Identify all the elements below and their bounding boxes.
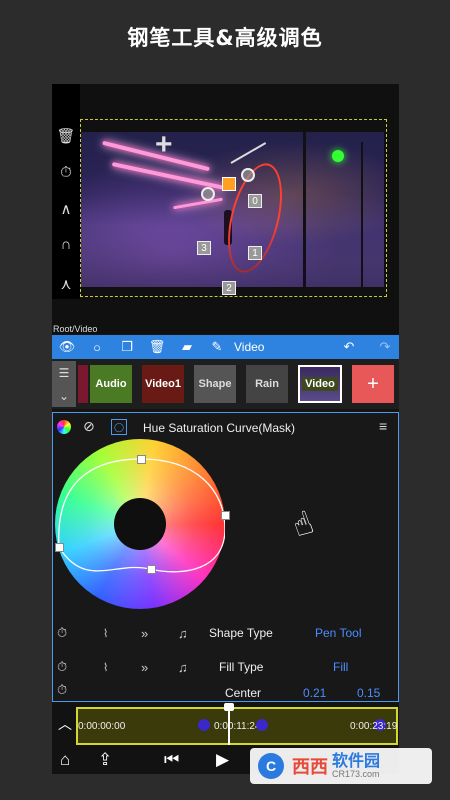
panel-title: Hue Saturation Curve(Mask) xyxy=(143,421,296,435)
playhead-grip[interactable] xyxy=(224,703,234,711)
graph-icon[interactable]: ⌇ xyxy=(103,627,108,640)
property-value[interactable]: Fill xyxy=(333,660,348,674)
breadcrumb: Root/Video xyxy=(53,324,98,334)
playhead[interactable] xyxy=(228,705,230,745)
chevron-up-icon[interactable]: ︿ xyxy=(58,714,72,734)
home-icon[interactable]: ⌂ xyxy=(60,750,70,770)
timeline-start: 0:00:00:00 xyxy=(78,721,126,732)
pencil-icon[interactable]: ✎ xyxy=(202,335,232,359)
property-name: Shape Type xyxy=(209,626,273,640)
hamburger-icon[interactable]: ≡ xyxy=(379,418,387,434)
redo-icon[interactable]: ↷ xyxy=(370,335,399,359)
layer-toolbar: 👁 ○ ❐ 🗑 ▰ ✎ Video ↶ ↷ xyxy=(52,335,399,359)
mask-point-2[interactable]: 2 xyxy=(222,281,236,295)
property-value[interactable]: Pen Tool xyxy=(315,626,361,640)
mask-point-selected[interactable] xyxy=(222,177,236,191)
stopwatch-icon[interactable]: ⏱ xyxy=(57,659,67,675)
property-value-y[interactable]: 0.15 xyxy=(357,686,380,700)
property-row-fill-type[interactable]: ⏱ ⌇ » ♫ Fill Type Fill xyxy=(53,650,398,684)
keyframe-marker[interactable] xyxy=(198,719,210,731)
stopwatch-icon[interactable]: ⏱ xyxy=(57,684,67,698)
property-name: Center xyxy=(225,686,262,700)
bezier-control-left[interactable] xyxy=(201,187,215,201)
delete-icon[interactable]: 🗑 xyxy=(142,335,172,359)
promo-title: 钢笔工具&高级调色 xyxy=(127,26,323,50)
canvas-tool-rail: 🗑 ⏱ ∧ ∩ ⋏ xyxy=(52,84,80,299)
effect-panel-header: ⊘ ◯ Hue Saturation Curve(Mask) ≡ xyxy=(53,413,398,441)
music-note-icon[interactable]: ♫ xyxy=(178,660,188,675)
timeline: ︿ 0:00:00:00 0:00:11:24 0:00:23:19 xyxy=(52,703,399,746)
play-icon[interactable]: ▶ xyxy=(216,750,229,770)
layer-chip-audio[interactable]: Audio xyxy=(90,365,132,403)
mask-point-1[interactable]: 1 xyxy=(248,246,262,260)
watermark-url: CR173.com xyxy=(332,768,380,779)
property-row-shape-type[interactable]: ⏱ ⌇ » ♫ Shape Type Pen Tool xyxy=(53,616,398,650)
selected-layer-label: Video xyxy=(234,340,265,354)
timeline-current: 0:00:11:24 xyxy=(214,721,261,732)
keyframe-marker[interactable] xyxy=(256,719,268,731)
watermark: C 西西 软件园 CR173.com xyxy=(250,748,432,784)
undo-icon[interactable]: ↶ xyxy=(334,335,364,359)
timeline-clip[interactable]: 0:00:00:00 0:00:11:24 0:00:23:19 xyxy=(76,703,398,745)
eye-icon[interactable]: 👁 xyxy=(52,335,82,359)
stopwatch-icon[interactable]: ⏱ xyxy=(57,625,67,641)
curve-point-bottom[interactable] xyxy=(147,565,156,574)
circle-icon[interactable]: ○ xyxy=(82,335,112,359)
layer-chip-shape[interactable]: Shape xyxy=(194,365,236,403)
curve-point-top[interactable] xyxy=(137,455,146,464)
mask-icon[interactable]: ◯ xyxy=(111,419,127,435)
layer-strip: ☰ ⌄ Audio Video1 Shape Rain Video + xyxy=(52,359,399,409)
watermark-brand: 西西 xyxy=(292,757,328,778)
effect-panel: ⊘ ◯ Hue Saturation Curve(Mask) ≡ ☝ ⏱ ⌇ »… xyxy=(52,412,399,702)
graph-icon[interactable]: ⌇ xyxy=(103,661,108,674)
layer-chip-video[interactable]: Video xyxy=(298,365,342,403)
bezier-control-right[interactable] xyxy=(241,168,255,182)
hand-pointer-icon: ☝ xyxy=(287,503,319,545)
watermark-text: 软件园 xyxy=(332,750,381,770)
wet-street-overlay xyxy=(81,132,384,287)
preview-canvas: 🗑 ⏱ ∧ ∩ ⋏ + 0 1 2 3 Root/Video xyxy=(52,84,399,334)
timer-icon[interactable]: ⏱ xyxy=(56,162,76,182)
property-row-center[interactable]: ⏱ Center 0.21 0.15 xyxy=(53,684,398,702)
layer-chip-video-label: Video xyxy=(302,377,338,391)
hue-wheel[interactable] xyxy=(55,439,230,609)
property-name: Fill Type xyxy=(219,660,264,674)
hue-curve xyxy=(58,458,225,573)
mask-point-3[interactable]: 3 xyxy=(197,241,211,255)
watermark-logo-icon: C xyxy=(258,753,284,779)
layer-menu-button[interactable]: ☰ ⌄ xyxy=(52,361,76,407)
add-layer-button[interactable]: + xyxy=(352,365,394,403)
curve-point-right[interactable] xyxy=(221,511,230,520)
mask-point-0[interactable]: 0 xyxy=(248,194,262,208)
duplicate-icon[interactable]: ❐ xyxy=(112,335,142,359)
layer-clip-partial xyxy=(78,365,88,403)
list-icon: ☰ xyxy=(58,365,70,380)
curve-point-left[interactable] xyxy=(55,543,64,552)
color-wheel-icon[interactable] xyxy=(57,420,71,434)
curve-up-icon[interactable]: ∧ xyxy=(56,199,76,219)
chevron-down-icon: ⌄ xyxy=(58,388,70,403)
bezier-arch-icon[interactable]: ∩ xyxy=(56,234,76,254)
video-frame: + xyxy=(81,132,384,287)
trash-icon[interactable]: 🗑 xyxy=(56,126,76,146)
export-icon[interactable]: ⇪ xyxy=(98,750,112,770)
property-value-x[interactable]: 0.21 xyxy=(303,686,326,700)
eye-off-icon[interactable]: ⊘ xyxy=(83,418,95,435)
layer-chip-rain[interactable]: Rain xyxy=(246,365,288,403)
keyframe-arrows-icon[interactable]: » xyxy=(141,660,148,675)
node-split-icon[interactable]: ⋏ xyxy=(56,274,76,294)
app-screen: 🗑 ⏱ ∧ ∩ ⋏ + 0 1 2 3 Root/Video xyxy=(52,84,399,774)
music-note-icon[interactable]: ♫ xyxy=(178,626,188,641)
folder-icon[interactable]: ▰ xyxy=(172,335,202,359)
skip-previous-icon[interactable]: ⏮ xyxy=(164,750,179,770)
keyframe-arrows-icon[interactable]: » xyxy=(141,626,148,641)
layer-chip-video1[interactable]: Video1 xyxy=(142,365,184,403)
timeline-end: 0:00:23:19 xyxy=(350,721,398,732)
